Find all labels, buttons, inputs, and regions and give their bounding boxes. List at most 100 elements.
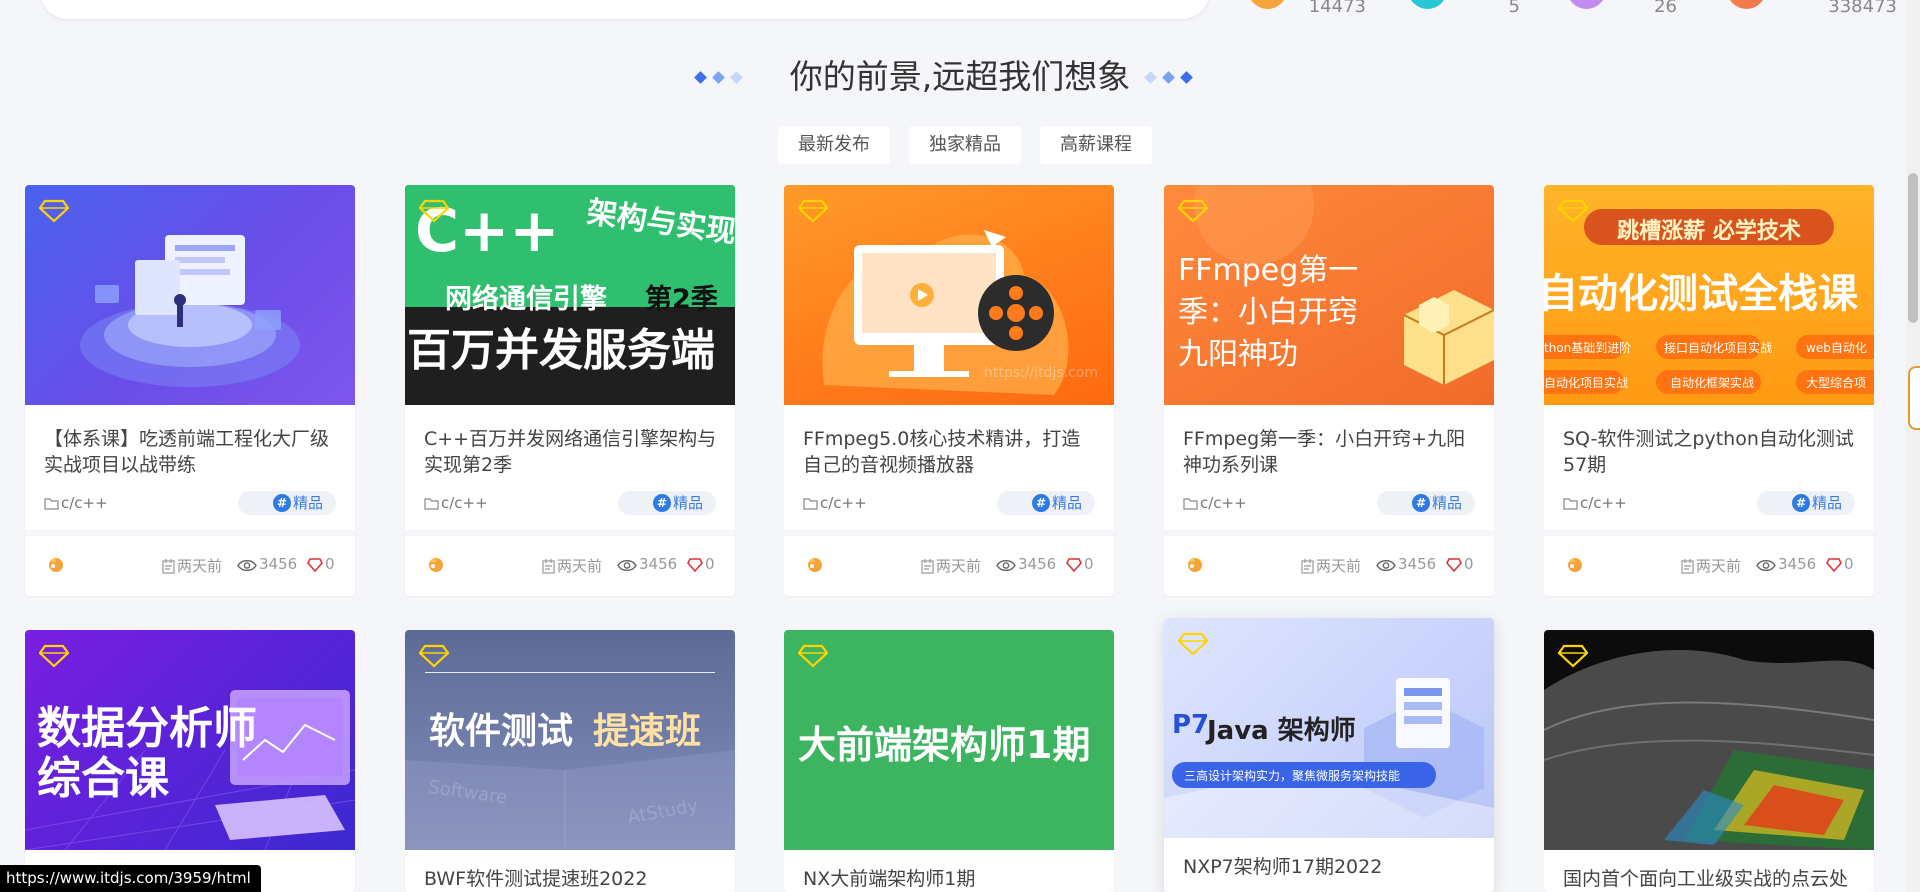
cover-text: 提速班 bbox=[593, 711, 702, 752]
course-title[interactable]: C++百万并发网络通信引擎架构与实现第2季 bbox=[424, 426, 719, 478]
diamond-icon bbox=[419, 199, 449, 223]
course-card[interactable]: 国内首个面向工业级实战的点云处 bbox=[1544, 630, 1874, 892]
hash-icon: # bbox=[273, 494, 291, 512]
badge-label: 精品 bbox=[1052, 494, 1083, 512]
heart-diamond-icon bbox=[307, 558, 323, 573]
like-count[interactable]: 0 bbox=[1446, 555, 1474, 573]
diamond-icon bbox=[1178, 632, 1208, 656]
time-label: 两天前 bbox=[936, 557, 982, 575]
hash-icon: # bbox=[653, 494, 671, 512]
heart-diamond-icon bbox=[1066, 558, 1082, 573]
side-float-handle[interactable] bbox=[1908, 366, 1920, 430]
likes-label: 0 bbox=[325, 555, 335, 573]
folder-icon bbox=[44, 498, 59, 510]
diamond-icon bbox=[419, 644, 449, 668]
course-cover[interactable]: 跳槽涨薪 必学技术 自动化测试全栈课 thon基础到进阶 接口自动化项目实战 w… bbox=[1544, 185, 1874, 405]
card-footer: 两天前 3456 0 bbox=[25, 536, 355, 591]
eye-icon bbox=[1756, 559, 1776, 572]
publish-time: 两天前 bbox=[1301, 555, 1361, 576]
stat-value: 26 bbox=[1654, 0, 1677, 17]
course-cover[interactable]: FFmpeg第一 季：小白开窍 九阳神功 bbox=[1164, 185, 1494, 405]
heart-diamond-icon bbox=[1826, 558, 1842, 573]
likes-label: 0 bbox=[1464, 555, 1474, 573]
likes-label: 0 bbox=[705, 555, 715, 573]
time-label: 两天前 bbox=[557, 557, 603, 575]
cover-text: 百万并发服务端 bbox=[407, 325, 715, 376]
views-label: 3456 bbox=[1778, 555, 1817, 573]
eye-icon bbox=[1376, 559, 1396, 572]
course-title[interactable]: FFmpeg第一季：小白开窍+九阳神功系列课 bbox=[1183, 426, 1478, 478]
cover-text: 大型综合项 bbox=[1806, 376, 1867, 390]
avatar bbox=[49, 557, 63, 572]
course-title[interactable]: BWF软件测试提速班2022 bbox=[424, 866, 719, 892]
scrollbar-thumb[interactable] bbox=[1908, 173, 1918, 323]
course-card[interactable]: 大前端架构师1期 NX大前端架构师1期 bbox=[784, 630, 1114, 892]
course-card[interactable]: 跳槽涨薪 必学技术 自动化测试全栈课 thon基础到进阶 接口自动化项目实战 w… bbox=[1544, 185, 1874, 596]
badge-label: 精品 bbox=[673, 494, 704, 512]
heart-diamond-icon bbox=[1446, 558, 1462, 573]
course-cover[interactable]: https://itdjs.com bbox=[784, 185, 1114, 405]
card-footer: 两天前 3456 0 bbox=[1544, 536, 1874, 591]
course-title[interactable]: 国内首个面向工业级实战的点云处 bbox=[1563, 866, 1858, 892]
avatar bbox=[808, 557, 822, 572]
scrollbar[interactable] bbox=[1906, 0, 1920, 892]
time-label: 两天前 bbox=[1316, 557, 1362, 575]
tab-high-salary[interactable]: 高薪课程 bbox=[1040, 126, 1152, 164]
hash-icon: # bbox=[1412, 494, 1430, 512]
course-cover[interactable] bbox=[25, 185, 355, 405]
tab-exclusive[interactable]: 独家精品 bbox=[909, 126, 1021, 164]
course-card[interactable]: 数据分析师 综合课 bbox=[25, 630, 355, 892]
course-card[interactable]: 软件测试 提速班 Software AtStudy BWF软件测试提速班2022 bbox=[405, 630, 735, 892]
cover-text: web自动化 bbox=[1806, 341, 1867, 355]
course-card[interactable]: 【体系课】吃透前端工程化大厂级实战项目以战带练 c/c++ # 精品 两天前 3… bbox=[25, 185, 355, 596]
avatar bbox=[429, 557, 443, 572]
category-label: c/c++ bbox=[1580, 494, 1627, 512]
like-count[interactable]: 0 bbox=[307, 555, 335, 573]
course-title[interactable]: NX大前端架构师1期 bbox=[803, 866, 1098, 892]
cover-text: 九阳神功 bbox=[1178, 337, 1298, 372]
course-card[interactable]: https://itdjs.com FFmpeg5.0核心技术精讲，打造自己的音… bbox=[784, 185, 1114, 596]
publish-time: 两天前 bbox=[921, 555, 981, 576]
category-label: c/c++ bbox=[1200, 494, 1247, 512]
course-card[interactable]: P7 Java 架构师 三高设计架构实力，聚焦微服务架构技能 NXP7架构师17… bbox=[1164, 618, 1494, 892]
like-count[interactable]: 0 bbox=[687, 555, 715, 573]
course-cover[interactable]: 软件测试 提速班 Software AtStudy bbox=[405, 630, 735, 850]
cover-text: Java 架构师 bbox=[1207, 716, 1356, 746]
folder-icon bbox=[1183, 498, 1198, 510]
course-cover[interactable]: 大前端架构师1期 bbox=[784, 630, 1114, 850]
course-title[interactable]: FFmpeg5.0核心技术精讲，打造自己的音视频播放器 bbox=[803, 426, 1098, 478]
course-category: c/c++ bbox=[1563, 494, 1627, 512]
diamond-icon bbox=[1178, 199, 1208, 223]
diamond-icon bbox=[39, 199, 69, 223]
cover-text: 季：小白开窍 bbox=[1178, 295, 1358, 330]
course-cover[interactable]: P7 Java 架构师 三高设计架构实力，聚焦微服务架构技能 bbox=[1164, 618, 1494, 838]
premium-badge: # 精品 bbox=[618, 491, 716, 515]
card-footer: 两天前 3456 0 bbox=[405, 536, 735, 591]
cover-text: 自动化测试全栈课 bbox=[1544, 271, 1858, 317]
likes-label: 0 bbox=[1844, 555, 1854, 573]
course-cover[interactable] bbox=[1544, 630, 1874, 850]
calendar-icon bbox=[1681, 559, 1694, 574]
avatar bbox=[1188, 557, 1202, 572]
course-title[interactable]: SQ-软件测试之python自动化测试57期 bbox=[1563, 426, 1858, 478]
course-title[interactable]: 【体系课】吃透前端工程化大厂级实战项目以战带练 bbox=[44, 426, 339, 478]
publish-time: 两天前 bbox=[542, 555, 602, 576]
calendar-icon bbox=[162, 559, 175, 574]
view-count: 3456 bbox=[237, 555, 297, 573]
like-count[interactable]: 0 bbox=[1826, 555, 1854, 573]
cover-text: 三高设计架构实力，聚焦微服务架构技能 bbox=[1184, 769, 1401, 783]
view-count: 3456 bbox=[1376, 555, 1436, 573]
course-category: c/c++ bbox=[803, 494, 867, 512]
course-card[interactable]: C++ 架构与实现 网络通信引擎 第2季 百万并发服务端 C++百万并发网络通信… bbox=[405, 185, 735, 596]
folder-icon bbox=[1563, 498, 1578, 510]
badge-label: 精品 bbox=[1812, 494, 1843, 512]
top-search-bar[interactable] bbox=[40, 0, 1210, 19]
course-cover[interactable]: C++ 架构与实现 网络通信引擎 第2季 百万并发服务端 bbox=[405, 185, 735, 405]
course-title[interactable]: NXP7架构师17期2022 bbox=[1183, 854, 1478, 880]
heading-decoration-right bbox=[1144, 71, 1200, 85]
tab-latest[interactable]: 最新发布 bbox=[778, 126, 890, 164]
course-cover[interactable]: 数据分析师 综合课 bbox=[25, 630, 355, 850]
cover-text: 大前端架构师1期 bbox=[798, 723, 1091, 767]
course-card[interactable]: FFmpeg第一 季：小白开窍 九阳神功 FFmpeg第一季：小白开窍+九阳神功… bbox=[1164, 185, 1494, 596]
like-count[interactable]: 0 bbox=[1066, 555, 1094, 573]
